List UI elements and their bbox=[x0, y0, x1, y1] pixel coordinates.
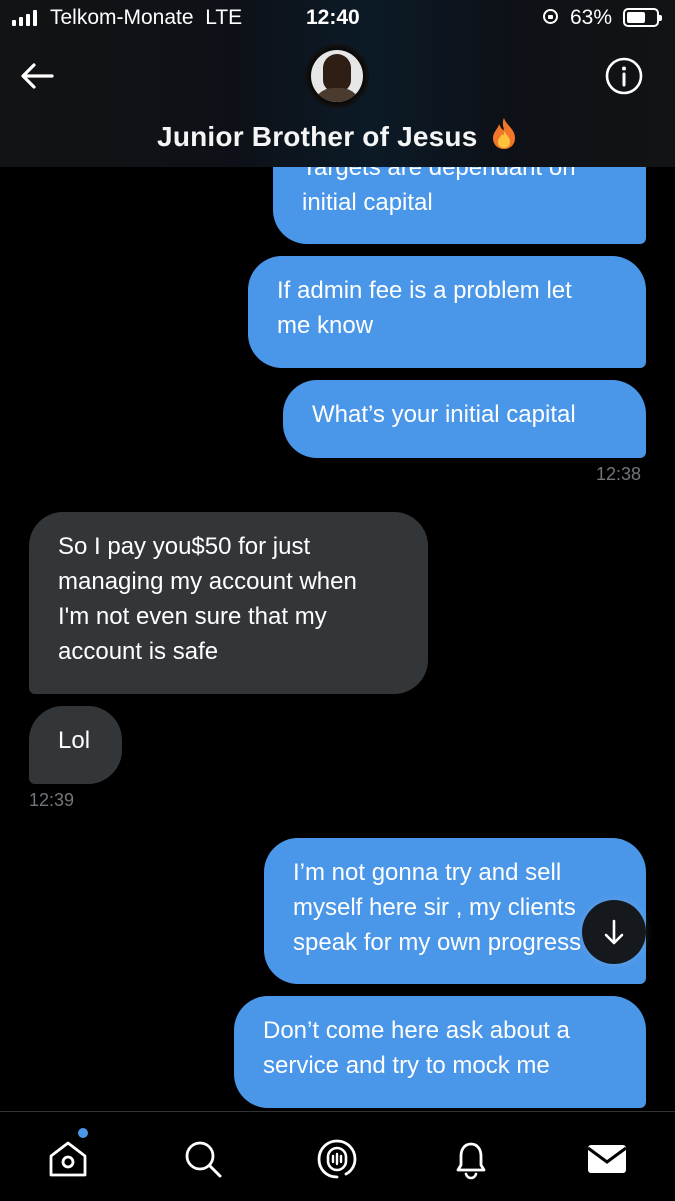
tab-spaces[interactable] bbox=[312, 1134, 362, 1184]
bottom-tab-bar bbox=[0, 1111, 675, 1201]
message-text: Lol bbox=[58, 727, 91, 754]
fire-icon bbox=[490, 116, 518, 155]
info-button[interactable] bbox=[604, 56, 644, 96]
message-bubble-incoming[interactable]: Lol bbox=[29, 706, 122, 784]
status-time: 12:40 bbox=[306, 6, 360, 29]
arrow-down-icon bbox=[604, 919, 624, 945]
message-text: What’s your initial capital bbox=[312, 401, 576, 428]
message-timestamp: 12:38 bbox=[596, 464, 642, 484]
info-icon bbox=[605, 57, 643, 95]
tab-search[interactable] bbox=[178, 1134, 228, 1184]
signal-strength-icon bbox=[12, 10, 37, 26]
message-text: I’m not gonna try and sell myself here si… bbox=[293, 859, 582, 956]
conversation-title[interactable]: Junior Brother of Jesus bbox=[0, 116, 675, 155]
contact-name: Junior Brother of Jesus bbox=[157, 121, 478, 152]
scroll-to-bottom-button[interactable] bbox=[582, 900, 646, 964]
home-notification-dot bbox=[78, 1128, 88, 1138]
spaces-icon bbox=[317, 1139, 357, 1179]
home-icon bbox=[49, 1141, 87, 1177]
message-timestamp: 12:39 bbox=[29, 790, 75, 810]
avatar[interactable] bbox=[305, 44, 369, 108]
tab-notifications[interactable] bbox=[446, 1134, 496, 1184]
back-button[interactable] bbox=[18, 58, 58, 94]
status-bar: Telkom-Monate LTE 12:40 63% bbox=[0, 0, 675, 38]
message-text: So I pay you$50 for just managing my acco… bbox=[58, 533, 357, 665]
network-type: LTE bbox=[205, 6, 243, 29]
bell-icon bbox=[456, 1142, 486, 1180]
battery-icon bbox=[623, 8, 662, 27]
battery-percent: 63% bbox=[570, 6, 613, 29]
rotation-lock-icon bbox=[543, 9, 558, 24]
mail-icon bbox=[587, 1145, 627, 1173]
arrow-left-icon bbox=[21, 63, 54, 89]
tab-messages[interactable] bbox=[582, 1134, 632, 1184]
message-bubble-outgoing[interactable]: What’s your initial capital bbox=[283, 380, 646, 458]
message-bubble-incoming[interactable]: So I pay you$50 for just managing my acco… bbox=[29, 512, 428, 694]
message-text: Don’t come here ask about a service and t… bbox=[263, 1017, 570, 1079]
carrier-label: Telkom-Monate LTE bbox=[50, 6, 243, 29]
message-bubble-outgoing[interactable]: If admin fee is a problem let me know bbox=[248, 256, 646, 368]
message-text: If admin fee is a problem let me know bbox=[277, 277, 572, 339]
message-bubble-outgoing[interactable]: Don’t come here ask about a service and t… bbox=[234, 996, 646, 1108]
tab-home[interactable] bbox=[43, 1134, 93, 1184]
search-icon bbox=[185, 1141, 222, 1178]
